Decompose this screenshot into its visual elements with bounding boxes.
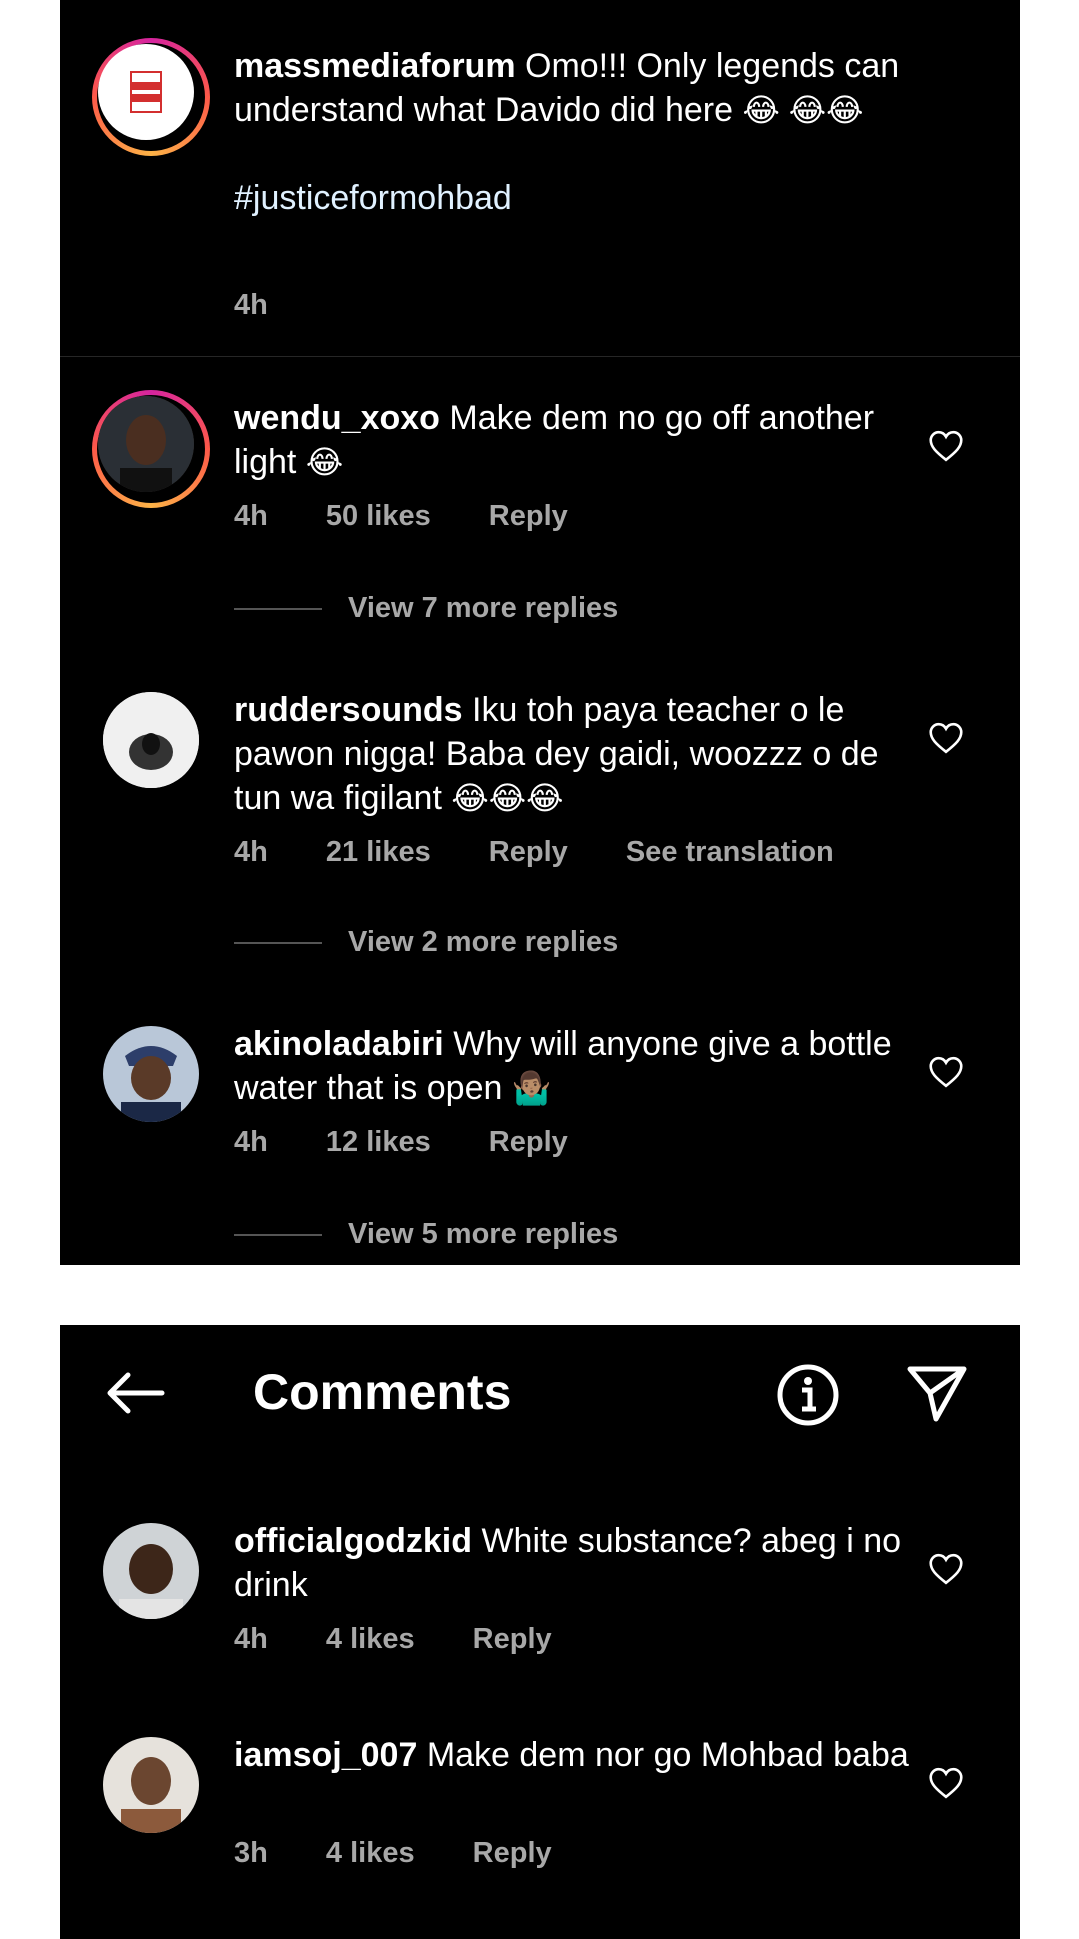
comment-likes[interactable]: 50 likes — [326, 500, 431, 532]
view-more-replies-button[interactable]: View 7 more replies — [234, 592, 618, 625]
comment-text: ruddersounds Iku toh paya teacher o le p… — [234, 688, 914, 820]
comments-screenshot-bottom: Comments officialgodzkid White substance… — [60, 1325, 1020, 1939]
comment-meta: 4h 12 likes Reply — [234, 1126, 618, 1159]
divider — [60, 356, 1020, 357]
reply-button[interactable]: Reply — [489, 500, 568, 532]
reply-button[interactable]: Reply — [489, 1126, 568, 1158]
comment-meta: 4h 21 likes Reply See translation — [234, 836, 884, 869]
view-more-replies-button[interactable]: View 5 more replies — [234, 1218, 618, 1251]
comment-text: officialgodzkid White substance? abeg i … — [234, 1519, 914, 1607]
reply-button[interactable]: Reply — [473, 1623, 552, 1655]
post-hashtag[interactable]: #justiceformohbad — [234, 179, 512, 217]
post-time: 4h — [234, 289, 268, 321]
comment-username[interactable]: wendu_xoxo — [234, 399, 440, 437]
profile-photo-icon — [103, 1026, 199, 1122]
comment-likes[interactable]: 4 likes — [326, 1623, 415, 1655]
avatar-officialgodzkid[interactable] — [103, 1523, 199, 1619]
comment-meta: 4h 50 likes Reply — [234, 500, 618, 533]
heart-icon[interactable] — [928, 1767, 964, 1799]
comment-text: iamsoj_007 Make dem nor go Mohbad baba — [234, 1733, 914, 1777]
post-emojis: 😂 😂😂 — [742, 92, 864, 128]
info-icon[interactable] — [776, 1363, 840, 1427]
view-replies-label: View 2 more replies — [348, 926, 619, 958]
profile-photo-icon — [98, 396, 194, 492]
comment-likes[interactable]: 4 likes — [326, 1837, 415, 1869]
reply-button[interactable]: Reply — [489, 836, 568, 868]
massmediaforum-logo-icon — [130, 71, 162, 113]
comment-time: 4h — [234, 1623, 268, 1655]
comment-time: 4h — [234, 836, 268, 868]
paper-plane-icon[interactable] — [906, 1363, 968, 1423]
avatar-wendu-xoxo[interactable] — [92, 390, 210, 508]
comment-meta: 4h 4 likes Reply — [234, 1623, 602, 1656]
heart-icon[interactable] — [928, 430, 964, 462]
comment-time: 3h — [234, 1837, 268, 1869]
comment-time: 4h — [234, 500, 268, 532]
avatar-ruddersounds[interactable] — [103, 692, 199, 788]
heart-icon[interactable] — [928, 722, 964, 754]
comment-username[interactable]: akinoladabiri — [234, 1025, 444, 1063]
comments-screenshot-top: massmediaforum Omo!!! Only legends can u… — [60, 0, 1020, 1265]
heart-icon[interactable] — [928, 1056, 964, 1088]
arrow-left-icon[interactable] — [104, 1371, 166, 1415]
comment-emoji: 😂😂😂 — [451, 780, 564, 816]
page-title: Comments — [253, 1364, 512, 1420]
view-more-replies-button[interactable]: View 2 more replies — [234, 926, 618, 959]
comment-time: 4h — [234, 1126, 268, 1158]
profile-photo-icon — [103, 1737, 199, 1833]
comment-body: Make dem nor go Mohbad baba — [426, 1736, 909, 1774]
heart-icon[interactable] — [928, 1553, 964, 1585]
profile-photo-icon — [103, 1523, 199, 1619]
avatar-massmediaforum[interactable] — [92, 38, 210, 156]
comment-emoji: 😂 — [305, 444, 344, 480]
comment-username[interactable]: officialgodzkid — [234, 1522, 472, 1560]
avatar-akinoladabiri[interactable] — [103, 1026, 199, 1122]
profile-photo-icon — [103, 692, 199, 788]
comment-likes[interactable]: 21 likes — [326, 836, 431, 868]
comment-username[interactable]: iamsoj_007 — [234, 1736, 417, 1774]
comment-username[interactable]: ruddersounds — [234, 691, 463, 729]
see-translation-button[interactable]: See translation — [626, 836, 834, 868]
post-username[interactable]: massmediaforum — [234, 47, 516, 85]
view-replies-label: View 5 more replies — [348, 1218, 619, 1250]
reply-button[interactable]: Reply — [473, 1837, 552, 1869]
comment-text: akinoladabiri Why will anyone give a bot… — [234, 1022, 914, 1110]
comment-text: wendu_xoxo Make dem no go off another li… — [234, 396, 914, 484]
post-meta: 4h — [234, 289, 318, 322]
view-replies-label: View 7 more replies — [348, 592, 619, 624]
avatar-iamsoj-007[interactable] — [103, 1737, 199, 1833]
comment-meta: 3h 4 likes Reply — [234, 1837, 602, 1870]
post-caption-text: massmediaforum Omo!!! Only legends can u… — [234, 44, 914, 220]
post-caption: massmediaforum Omo!!! Only legends can u… — [60, 0, 1020, 356]
comment-emoji: 🤷🏽‍♂️ — [511, 1070, 552, 1106]
comment-likes[interactable]: 12 likes — [326, 1126, 431, 1158]
